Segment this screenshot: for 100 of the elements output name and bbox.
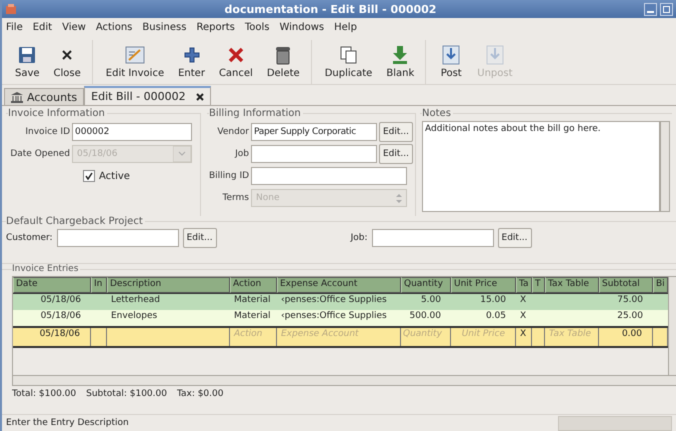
table-cell: ‹penses:Office Supplies <box>281 311 387 321</box>
table-cell: 5.00 <box>420 295 441 305</box>
column-header[interactable]: Tax Table <box>545 277 599 293</box>
active-checkbox[interactable]: Active <box>83 170 130 182</box>
window-title: documentation - Edit Bill - 000002 <box>224 2 438 16</box>
maximize-button[interactable] <box>660 2 673 16</box>
menu-item[interactable]: Business <box>142 22 186 36</box>
field-label: Customer: <box>6 233 53 243</box>
table-cell: 05/18/06 <box>40 311 81 321</box>
close-icon[interactable] <box>196 92 204 100</box>
toolbar-button[interactable]: Cancel <box>212 40 260 84</box>
invoice-id-field[interactable]: 000002 <box>72 123 192 141</box>
column-header[interactable]: Action <box>230 277 277 293</box>
field-label: Vendor <box>216 127 249 137</box>
notes-field[interactable]: Additional notes about the bill go here. <box>422 121 660 212</box>
menu-item[interactable]: Edit <box>32 22 52 36</box>
cell-placeholder: Action <box>234 329 262 339</box>
total-text: Tax: $0.00 <box>176 389 224 401</box>
toolbar-button[interactable]: Save <box>8 40 47 84</box>
table-cell: 05/18/06 <box>40 295 81 305</box>
customer-field[interactable] <box>56 229 179 247</box>
table-cell: 75.00 <box>617 295 643 305</box>
toolbar-button[interactable]: Delete <box>260 40 307 84</box>
field-label: Date Opened <box>9 149 70 159</box>
edit-button[interactable]: Edit... <box>498 228 532 248</box>
menu-item[interactable]: Actions <box>96 22 132 36</box>
menu-item[interactable]: View <box>62 22 86 36</box>
field-label: Billing ID <box>209 171 249 181</box>
table-row[interactable]: 05/18/06 Letterhead Material ‹penses:Office Supplies 5.00 15.00 X 75.00 <box>13 294 668 310</box>
billing-id-field[interactable] <box>251 167 407 185</box>
field-label: Job: <box>350 233 368 243</box>
column-header[interactable]: Bi <box>653 277 668 293</box>
column-header[interactable]: In <box>91 277 107 293</box>
column-header[interactable]: Description <box>107 277 230 293</box>
copy-icon <box>340 46 358 64</box>
section-title: Notes <box>422 108 452 119</box>
trash-can-icon <box>275 45 292 65</box>
cross-icon <box>228 46 244 64</box>
scrollbar[interactable] <box>13 375 676 385</box>
status-text: Enter the Entry Description <box>6 418 129 428</box>
table-cell: Envelopes <box>111 311 158 321</box>
bank-icon <box>11 92 23 102</box>
job-field[interactable] <box>372 229 494 247</box>
menu-item[interactable]: Reports <box>196 22 235 36</box>
table-row[interactable]: 05/18/06 Action Expense Account Quantity Unit Price X Tax Table 0.00 <box>13 326 668 348</box>
column-header[interactable]: Ta <box>516 277 532 293</box>
table-row[interactable]: 05/18/06 Envelopes Material ‹penses:Office Supplies 500.00 0.05 X 25.00 <box>13 310 668 326</box>
column-header[interactable]: Unit Price <box>451 277 516 293</box>
vendor-field[interactable]: Paper Supply Corporatic <box>251 123 377 141</box>
toolbar-button[interactable]: Close <box>46 40 88 84</box>
table-cell: ‹penses:Office Supplies <box>281 295 387 305</box>
table-cell: 25.00 <box>617 311 643 321</box>
cell-placeholder: Expense Account <box>281 329 359 339</box>
table-cell: X <box>520 295 526 305</box>
table-cell: X <box>520 329 526 339</box>
table-cell: 05/18/06 <box>40 329 80 339</box>
scrollbar[interactable] <box>660 121 670 212</box>
download-arrow-icon <box>392 45 408 65</box>
total-text: Subtotal: $100.00 <box>86 389 167 401</box>
edit-form-icon <box>124 46 145 64</box>
section-title: Invoice Information <box>8 108 106 119</box>
table-cell: Material <box>234 311 271 321</box>
toolbar-button[interactable]: Enter <box>171 40 212 84</box>
table-cell: 0.00 <box>622 329 642 339</box>
scrollbar[interactable] <box>668 277 676 375</box>
column-header[interactable]: Subtotal <box>599 277 653 293</box>
cell-placeholder: Quantity <box>403 329 442 339</box>
section-title: Default Chargeback Project <box>6 216 144 227</box>
toolbar-button[interactable]: Post <box>432 40 470 84</box>
cell-placeholder: Tax Table <box>549 329 592 339</box>
tab[interactable]: Edit Bill - 000002 <box>84 86 211 105</box>
edit-button[interactable]: Edit... <box>182 228 217 248</box>
check-icon <box>85 172 93 180</box>
section-title: Billing Information <box>209 108 302 119</box>
close-icon <box>62 50 72 60</box>
column-header[interactable]: T <box>532 277 545 293</box>
menu-item[interactable]: Windows <box>279 22 324 36</box>
toolbar-button[interactable]: Duplicate <box>318 40 380 84</box>
table-cell: 15.00 <box>480 295 506 305</box>
minimize-button[interactable] <box>644 2 657 16</box>
column-header[interactable]: Expense Account <box>277 277 401 293</box>
edit-button[interactable]: Edit... <box>379 144 414 164</box>
menu-item[interactable]: Help <box>334 22 357 36</box>
field-label: Job <box>234 149 249 159</box>
menu-item[interactable]: File <box>6 22 23 36</box>
toolbar-button[interactable]: Edit Invoice <box>98 40 172 84</box>
column-header[interactable]: Date <box>13 277 91 293</box>
job-field[interactable] <box>251 145 377 163</box>
menu-item[interactable]: Tools <box>244 22 270 36</box>
edit-button[interactable]: Edit... <box>379 122 414 142</box>
field-label: Invoice ID <box>24 127 70 137</box>
column-header[interactable]: Quantity <box>401 277 451 293</box>
table-cell: Material <box>234 295 271 305</box>
toolbar-button[interactable]: Blank <box>379 40 422 84</box>
section-title: Invoice Entries <box>12 264 80 274</box>
tab[interactable]: Accounts <box>4 88 84 105</box>
spinner-icon <box>396 194 402 202</box>
table-cell: Letterhead <box>111 295 160 305</box>
cell-placeholder: Unit Price <box>462 329 505 339</box>
table-cell: 500.00 <box>410 311 441 321</box>
